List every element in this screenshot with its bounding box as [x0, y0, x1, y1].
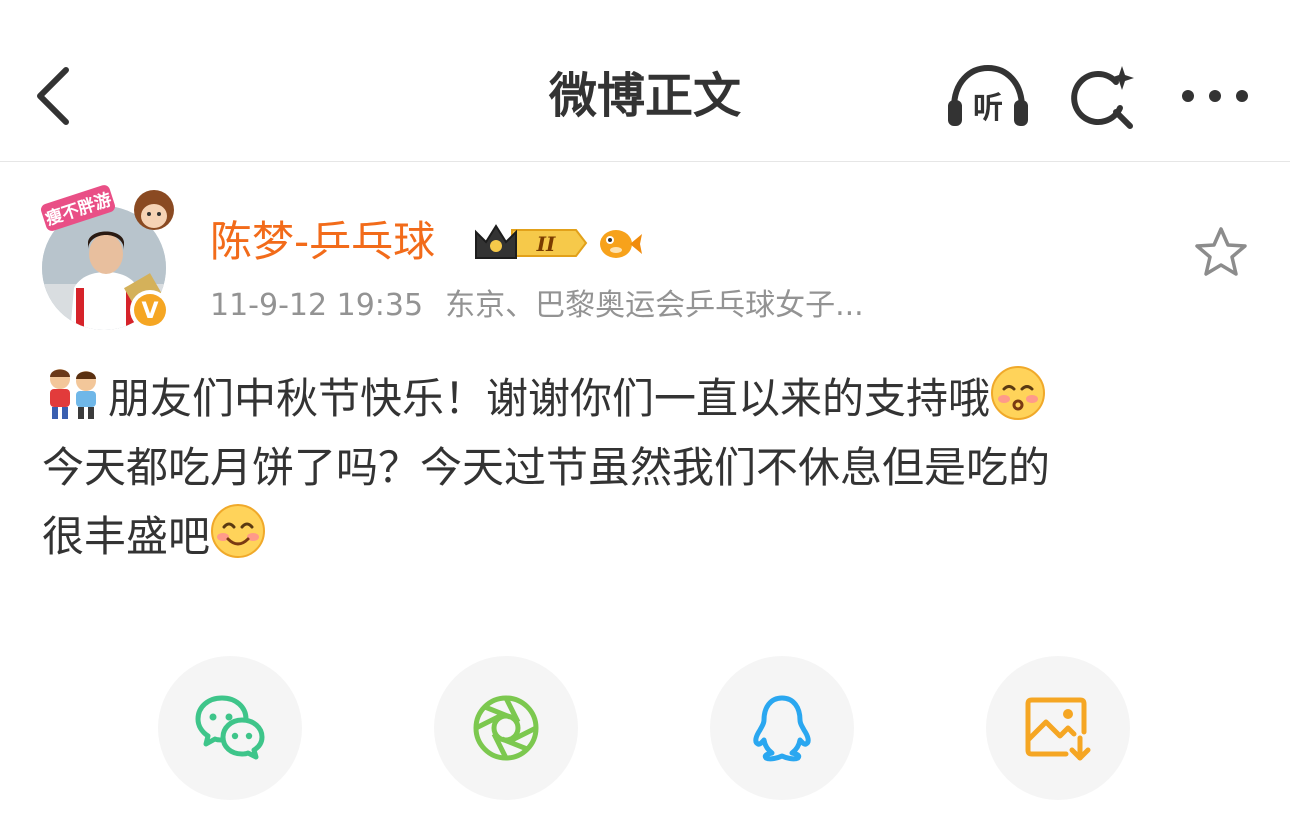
- more-dots-icon: [1182, 90, 1248, 102]
- post-text-3: 很丰盛吧: [42, 512, 211, 561]
- author-name[interactable]: 陈梦-乒乓球: [210, 214, 435, 270]
- crown-icon: II: [475, 224, 588, 259]
- moments-icon: [473, 695, 539, 761]
- chevron-left-icon: [37, 67, 69, 125]
- headphones-icon: 听: [948, 64, 1028, 126]
- listen-button[interactable]: 听: [944, 62, 1032, 132]
- save-image-icon: [1025, 697, 1091, 761]
- share-row: [0, 656, 1290, 800]
- kids-emoji-icon: [50, 369, 96, 419]
- member-level-badge[interactable]: II: [472, 218, 590, 268]
- back-button[interactable]: [24, 58, 84, 134]
- wechat-icon: [195, 695, 265, 760]
- post-line-1: 朋友们中秋节快乐！谢谢你们一直以来的支持哦: [42, 364, 1242, 433]
- share-wechat-button[interactable]: [158, 656, 302, 800]
- post-text-1: 朋友们中秋节快乐！谢谢你们一直以来的支持哦: [108, 374, 991, 423]
- save-image-button[interactable]: [986, 656, 1130, 800]
- search-sparkle-icon: [1071, 66, 1134, 129]
- favorite-button[interactable]: [1192, 224, 1250, 282]
- post-meta: 11-9-12 19:35 东京、巴黎奥运会乒乓球女子...: [210, 284, 864, 328]
- goldfish-icon: [600, 230, 642, 258]
- post-time: 11-9-12 19:35: [210, 288, 424, 323]
- smile-emoji-icon: [211, 504, 266, 558]
- nav-bar: 微博正文 听: [0, 0, 1290, 162]
- listen-label: 听: [973, 91, 1003, 126]
- verified-badge: V: [141, 299, 158, 324]
- more-button[interactable]: [1178, 78, 1252, 114]
- post-line-3: 很丰盛吧: [42, 502, 1242, 571]
- share-moments-button[interactable]: [434, 656, 578, 800]
- star-outline-icon: [1195, 227, 1247, 276]
- qq-penguin-icon: [753, 695, 811, 762]
- share-qq-button[interactable]: [710, 656, 854, 800]
- kiss-emoji-icon: [991, 366, 1046, 420]
- post-line-2: 今天都吃月饼了吗？今天过节虽然我们不休息但是吃的: [42, 443, 1051, 492]
- search-button[interactable]: [1066, 62, 1138, 134]
- avatar[interactable]: 瘦不胖游 V: [40, 184, 174, 334]
- post-content: 朋友们中秋节快乐！谢谢你们一直以来的支持哦 今天都吃月饼了吗？今天过节虽然我们不…: [42, 364, 1242, 571]
- fan-badge[interactable]: [596, 222, 642, 264]
- author-description: 东京、巴黎奥运会乒乓球女子...: [445, 288, 864, 323]
- member-level-text: II: [536, 232, 556, 256]
